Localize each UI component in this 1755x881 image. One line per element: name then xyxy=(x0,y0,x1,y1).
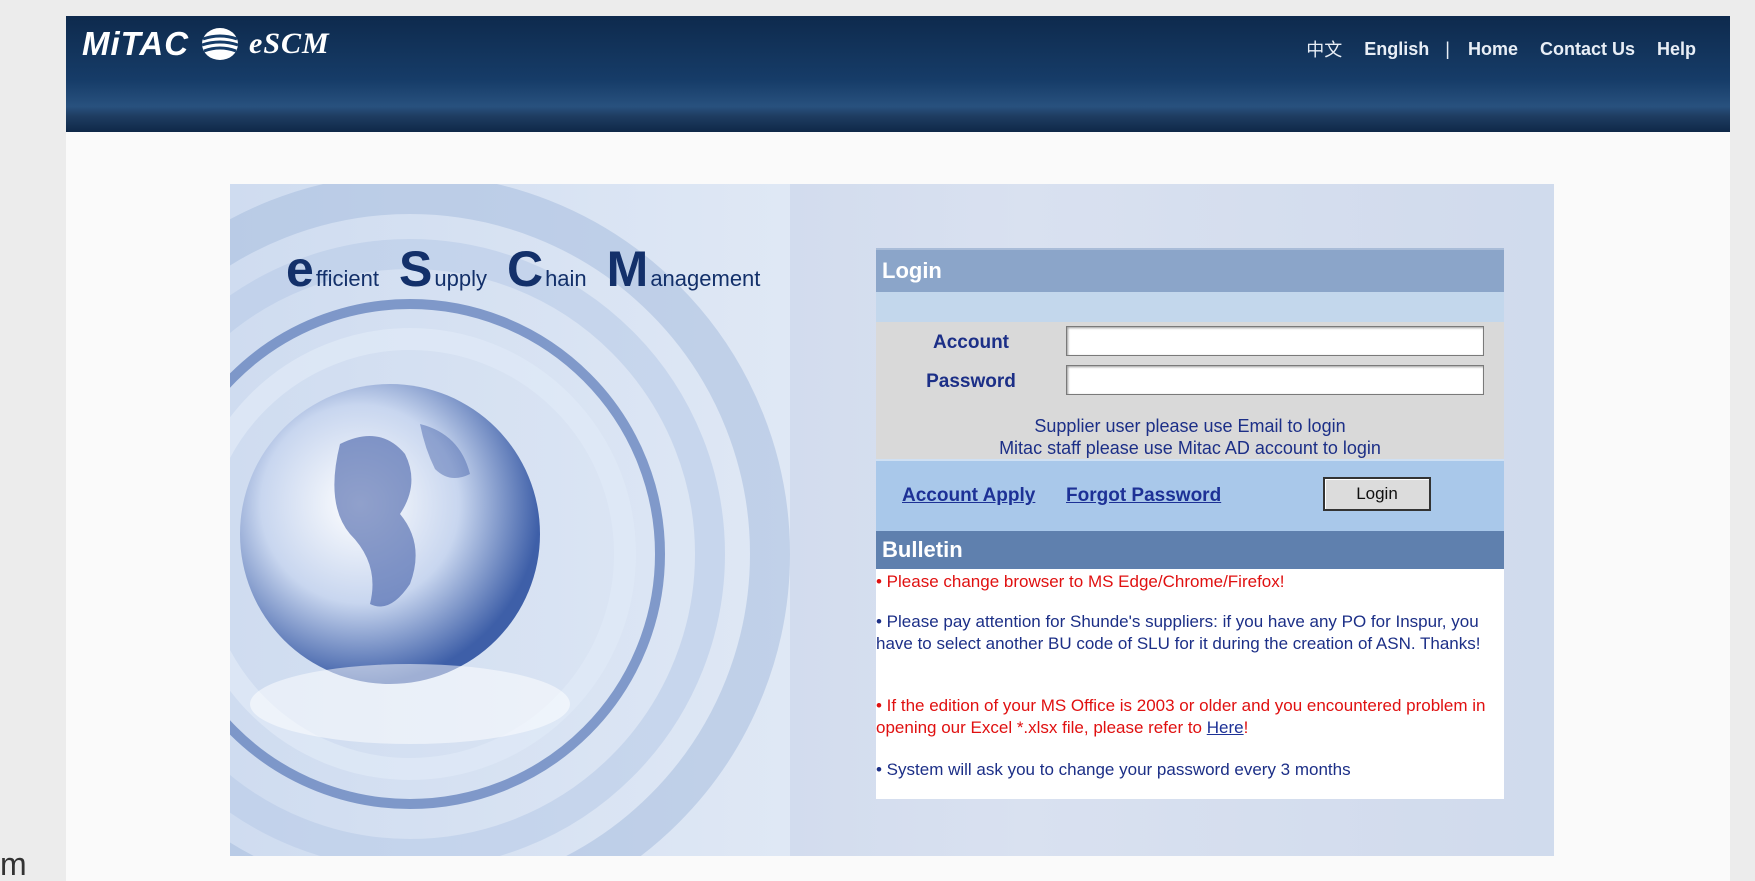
corner-partial-text: m xyxy=(0,846,27,881)
tagline-m: M xyxy=(606,241,649,297)
login-panel: Login Account Password Supplier user ple… xyxy=(876,248,1504,799)
nav-separator: | xyxy=(1445,38,1450,59)
password-row: Password xyxy=(876,365,1504,401)
tagline-c: C xyxy=(506,241,544,297)
logo-brand: MiTAC xyxy=(82,25,190,62)
tagline: e fficient S upply C hain M anagement xyxy=(286,240,780,298)
page: MiTAC eSCM 中文 English | Home Contact Us … xyxy=(66,16,1730,881)
tagline-e: e xyxy=(286,241,314,297)
login-strip xyxy=(876,292,1504,322)
tagline-supply: upply xyxy=(434,266,487,291)
contact-us-link[interactable]: Contact Us xyxy=(1540,39,1635,60)
home-link[interactable]: Home xyxy=(1468,39,1518,60)
site-header: MiTAC eSCM 中文 English | Home Contact Us … xyxy=(66,16,1730,132)
bulletin-item-password: • System will ask you to change your pas… xyxy=(876,760,1351,779)
help-link[interactable]: Help xyxy=(1657,39,1696,60)
account-row: Account xyxy=(876,326,1504,362)
lang-chinese-link[interactable]: 中文 xyxy=(1306,36,1342,62)
account-label: Account xyxy=(933,332,1009,353)
logo[interactable]: MiTAC eSCM xyxy=(82,22,330,66)
account-input[interactable] xyxy=(1066,326,1484,356)
logo-product: eSCM xyxy=(249,27,330,60)
account-apply-link[interactable]: Account Apply xyxy=(902,485,1035,507)
bulletin-item-browser: • Please change browser to MS Edge/Chrom… xyxy=(876,572,1285,591)
here-link[interactable]: Here xyxy=(1207,718,1244,737)
lang-english-link[interactable]: English xyxy=(1364,39,1429,60)
forgot-password-link[interactable]: Forgot Password xyxy=(1066,485,1221,507)
bulletin-item-shunde: • Please pay attention for Shunde's supp… xyxy=(876,612,1481,653)
bulletin-list: • Please change browser to MS Edge/Chrom… xyxy=(876,569,1504,799)
tagline-management: anagement xyxy=(650,266,761,291)
bulletin-item-office: • If the edition of your MS Office is 20… xyxy=(876,695,1500,739)
supplier-login-hint: Supplier user please use Email to login xyxy=(1034,416,1346,436)
login-actions: Account Apply Forgot Password Login xyxy=(876,459,1504,531)
password-label: Password xyxy=(926,371,1016,392)
staff-login-hint: Mitac staff please use Mitac AD account … xyxy=(999,438,1381,458)
login-card: e fficient S upply C hain M anagement Lo… xyxy=(230,184,1554,856)
login-form: Account Password Supplier user please us… xyxy=(876,322,1504,459)
top-nav: 中文 English | Home Contact Us Help xyxy=(1306,36,1696,62)
bulletin-title: Bulletin xyxy=(876,531,1504,569)
tagline-efficient: fficient xyxy=(315,266,379,291)
tagline-chain: hain xyxy=(545,266,587,291)
password-input[interactable] xyxy=(1066,365,1484,395)
login-title: Login xyxy=(876,248,1504,292)
tagline-s: S xyxy=(399,241,433,297)
bulletin-office-text: • If the edition of your MS Office is 20… xyxy=(876,696,1486,737)
login-button[interactable]: Login xyxy=(1323,477,1431,511)
bulletin-office-end: ! xyxy=(1243,718,1249,737)
globe-logo-icon xyxy=(201,28,239,60)
